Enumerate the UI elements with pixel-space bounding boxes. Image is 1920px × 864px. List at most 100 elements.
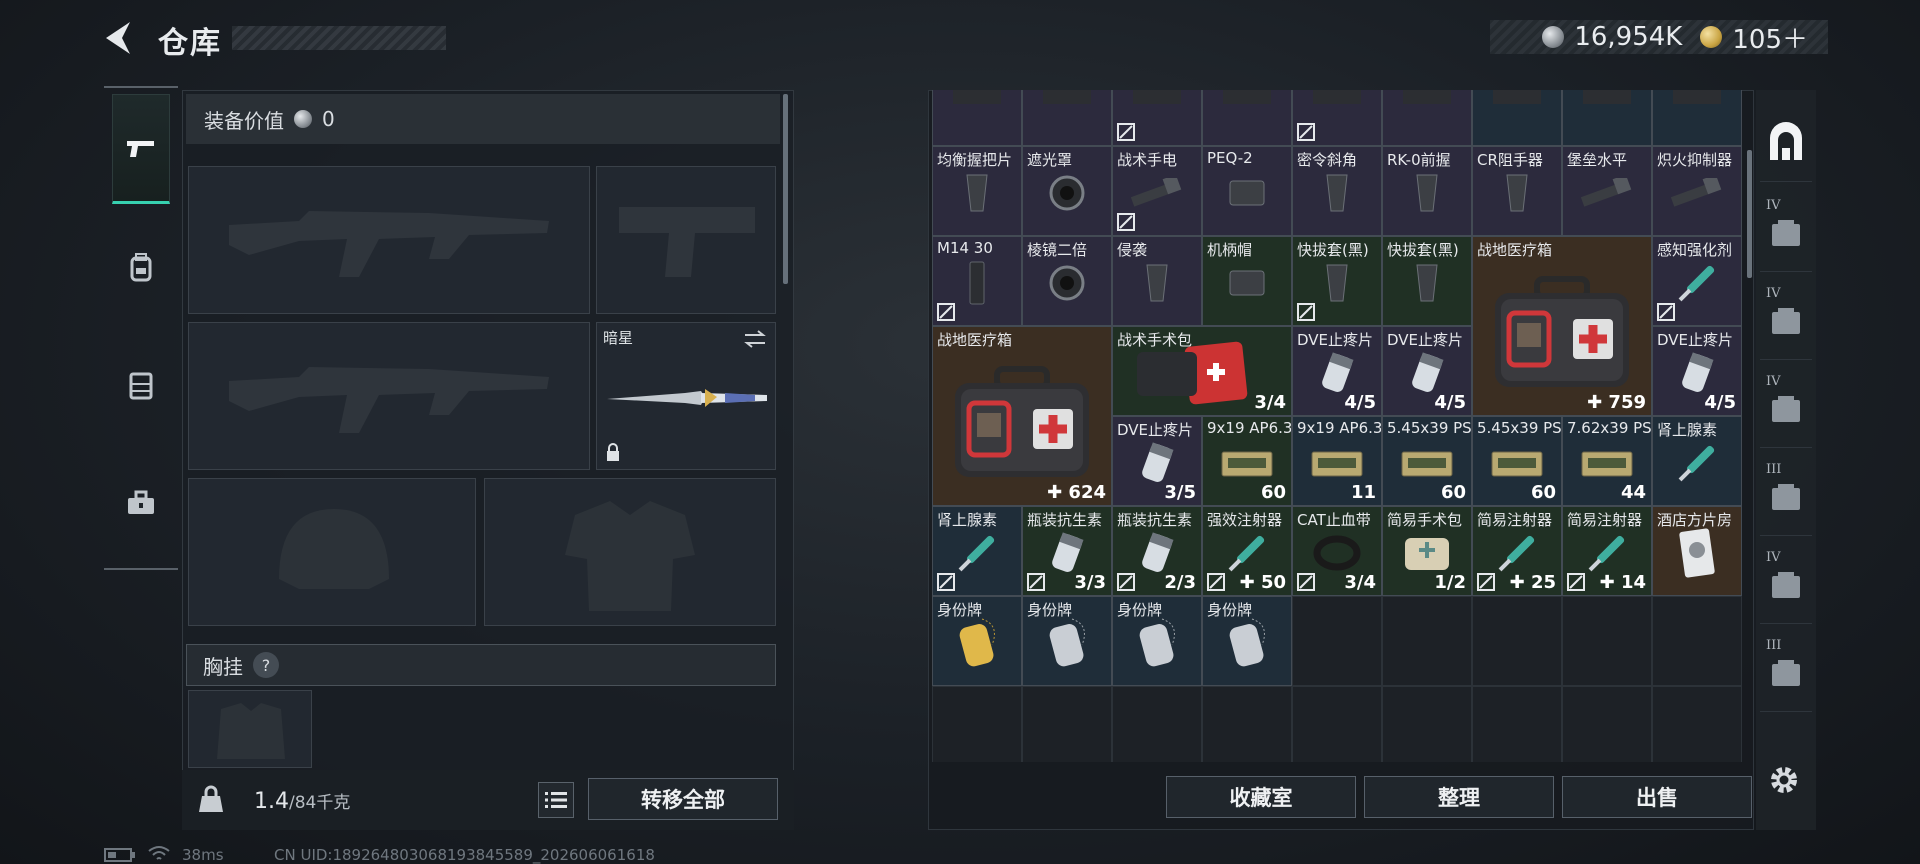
storage-item[interactable]: 简易注射器 ✚ 14 [1562, 506, 1652, 596]
empty-storage-slot[interactable] [1022, 686, 1112, 762]
rail-tab-toolbox[interactable] [112, 448, 170, 558]
empty-storage-slot[interactable] [1382, 596, 1472, 686]
storage-item[interactable]: 肾上腺素 [1652, 416, 1742, 506]
empty-storage-slot[interactable] [1112, 686, 1202, 762]
storage-item[interactable]: 堡垒水平 [1562, 146, 1652, 236]
storage-item[interactable]: 强效注射器 ✚ 50 [1202, 506, 1292, 596]
storage-item[interactable] [1652, 90, 1742, 146]
storage-item[interactable]: M14 30 [932, 236, 1022, 326]
storage-item[interactable]: 遮光罩 [1022, 146, 1112, 236]
storage-item[interactable] [1562, 90, 1652, 146]
empty-storage-slot[interactable] [1472, 596, 1562, 686]
storage-item[interactable] [1202, 90, 1292, 146]
item-name: RK-0前握 [1387, 151, 1451, 169]
pistol-icon [127, 141, 154, 157]
storage-item[interactable] [932, 90, 1022, 146]
back-arrow-icon[interactable] [100, 18, 140, 58]
rail-tab-vest[interactable] [112, 330, 170, 440]
helmet-slot[interactable] [188, 478, 476, 626]
storage-item[interactable]: 肾上腺素 [932, 506, 1022, 596]
storage-item[interactable] [1112, 90, 1202, 146]
storage-item[interactable]: 战术手术包 3/4 [1112, 326, 1292, 416]
storage-item[interactable]: DVE止疼片 4/5 [1652, 326, 1742, 416]
list-view-button[interactable] [538, 782, 574, 818]
transfer-all-button[interactable]: 转移全部 [588, 778, 778, 820]
category-all[interactable] [1760, 102, 1812, 182]
sell-button[interactable]: 出售 [1562, 776, 1752, 818]
empty-storage-slot[interactable] [1382, 686, 1472, 762]
storage-item[interactable]: 快拔套(黑) [1382, 236, 1472, 326]
item-name: 快拔套(黑) [1387, 241, 1459, 259]
melee-slot[interactable]: 暗星 [596, 322, 776, 470]
primary-weapon-slot[interactable] [188, 166, 590, 314]
category-case-3[interactable]: IV [1760, 368, 1812, 448]
storage-item[interactable]: 5.45x39 PS 60 [1472, 416, 1562, 506]
empty-storage-slot[interactable] [1652, 596, 1742, 686]
storage-item[interactable] [1382, 90, 1472, 146]
storage-item-large[interactable]: 战地医疗箱 ✚ 759 [1472, 236, 1652, 416]
storage-item-large[interactable]: 战地医疗箱 ✚ 624 [932, 326, 1112, 506]
storage-item[interactable]: 感知强化剂 [1652, 236, 1742, 326]
help-icon[interactable]: ? [253, 652, 279, 678]
swap-icon[interactable] [743, 329, 767, 349]
storage-item[interactable]: 棱镜二倍 [1022, 236, 1112, 326]
storage-item[interactable]: 侵袭 [1112, 236, 1202, 326]
storage-item[interactable]: 5.45x39 PS 60 [1382, 416, 1472, 506]
storage-item[interactable]: 瓶装抗生素 3/3 [1022, 506, 1112, 596]
storage-item[interactable] [1022, 90, 1112, 146]
storage-item[interactable]: 身份牌 [1112, 596, 1202, 686]
storage-item[interactable]: 7.62x39 PS 44 [1562, 416, 1652, 506]
storage-item[interactable]: 身份牌 [1202, 596, 1292, 686]
loadout-scrollbar[interactable] [783, 94, 788, 284]
storage-item[interactable]: PEQ-2 [1202, 146, 1292, 236]
storage-item[interactable]: 瓶装抗生素 2/3 [1112, 506, 1202, 596]
secondary-weapon-slot[interactable] [188, 322, 590, 470]
category-case-2[interactable]: IV [1760, 280, 1812, 360]
storage-item[interactable]: RK-0前握 [1382, 146, 1472, 236]
empty-storage-slot[interactable] [1202, 686, 1292, 762]
gold-balance[interactable]: 105＋ [1732, 19, 1808, 56]
category-case-1[interactable]: IV [1760, 192, 1812, 272]
storage-item[interactable]: 9x19 AP6.3 60 [1202, 416, 1292, 506]
storage-item[interactable]: DVE止疼片 4/5 [1292, 326, 1382, 416]
empty-storage-slot[interactable] [1292, 686, 1382, 762]
storage-item[interactable]: 机柄帽 [1202, 236, 1292, 326]
storage-item[interactable]: 酒店方片房 [1652, 506, 1742, 596]
sort-button[interactable]: 整理 [1364, 776, 1554, 818]
storage-item[interactable]: DVE止疼片 4/5 [1382, 326, 1472, 416]
storage-item[interactable]: 炽火抑制器 [1652, 146, 1742, 236]
storage-item[interactable]: 快拔套(黑) [1292, 236, 1382, 326]
storage-item[interactable]: 密令斜角 [1292, 146, 1382, 236]
storage-item[interactable] [1472, 90, 1562, 146]
chest-rig-slot[interactable] [188, 690, 312, 768]
storage-scrollbar[interactable] [1747, 150, 1752, 278]
collection-room-button[interactable]: 收藏室 [1166, 776, 1356, 818]
category-case-5[interactable]: IV [1760, 544, 1812, 624]
pistol-slot[interactable] [596, 166, 776, 314]
rail-tab-backpack[interactable] [112, 212, 170, 322]
storage-item[interactable]: 简易注射器 ✚ 25 [1472, 506, 1562, 596]
empty-storage-slot[interactable] [1652, 686, 1742, 762]
empty-storage-slot[interactable] [1562, 686, 1652, 762]
empty-storage-slot[interactable] [1292, 596, 1382, 686]
armor-slot[interactable] [484, 478, 776, 626]
category-case-6[interactable]: III [1760, 632, 1812, 712]
storage-item[interactable]: CAT止血带 3/4 [1292, 506, 1382, 596]
storage-item[interactable]: 均衡握把片 [932, 146, 1022, 236]
storage-item[interactable]: CR阻手器 [1472, 146, 1562, 236]
storage-item[interactable]: 9x19 AP6.3 11 [1292, 416, 1382, 506]
storage-item[interactable]: 战术手电 [1112, 146, 1202, 236]
empty-storage-slot[interactable] [932, 686, 1022, 762]
storage-item[interactable]: 身份牌 [932, 596, 1022, 686]
part-item-icon [1577, 90, 1637, 122]
empty-storage-slot[interactable] [1472, 686, 1562, 762]
item-name: 堡垒水平 [1567, 151, 1628, 169]
storage-item[interactable]: 身份牌 [1022, 596, 1112, 686]
storage-item[interactable] [1292, 90, 1382, 146]
storage-item[interactable]: 简易手术包 1/2 [1382, 506, 1472, 596]
storage-item[interactable]: DVE止疼片 3/5 [1112, 416, 1202, 506]
category-case-4[interactable]: III [1760, 456, 1812, 536]
settings-gear-icon[interactable] [1766, 762, 1802, 798]
empty-storage-slot[interactable] [1562, 596, 1652, 686]
rail-tab-weapons[interactable] [112, 94, 170, 204]
